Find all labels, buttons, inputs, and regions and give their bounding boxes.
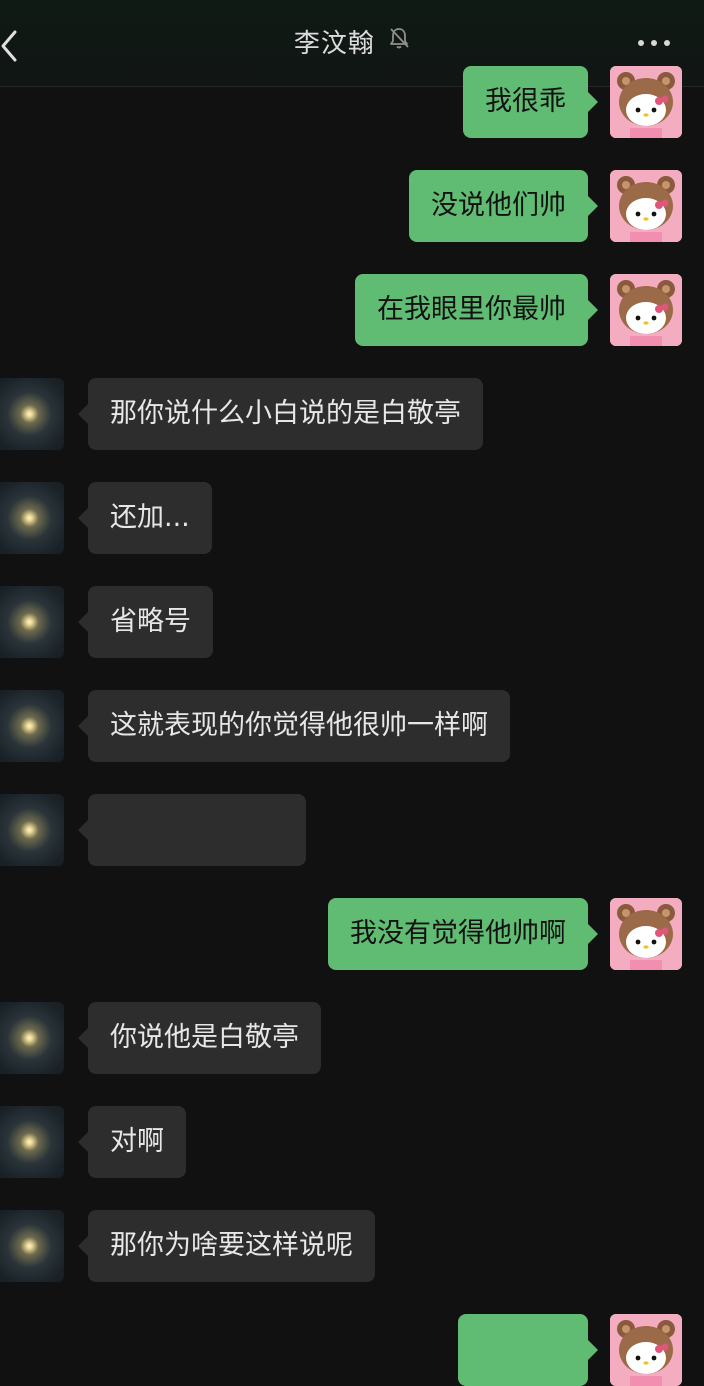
my-avatar[interactable]: [610, 66, 682, 138]
chat-title: 李汶翰: [293, 29, 375, 59]
received-message-bubble[interactable]: 还加...: [78, 482, 212, 554]
message-row: 那你说什么小白说的是白敬亭: [0, 378, 704, 450]
sent-message-bubble[interactable]: 没说他们帅: [409, 170, 598, 242]
chat-title-area: 李汶翰: [0, 24, 704, 65]
contact-avatar[interactable]: [0, 586, 64, 658]
my-avatar[interactable]: [610, 1314, 682, 1386]
received-message-bubble[interactable]: 这就表现的你觉得他很帅一样啊: [78, 690, 510, 762]
message-text: 我没有觉得他帅啊: [350, 918, 566, 949]
my-avatar[interactable]: [610, 170, 682, 242]
received-message-bubble[interactable]: 你说他是白敬亭: [78, 1002, 321, 1074]
sent-message-bubble[interactable]: [458, 1314, 598, 1386]
message-text: 你说他是白敬亭: [110, 1022, 299, 1053]
contact-avatar[interactable]: [0, 378, 64, 450]
received-message-bubble[interactable]: 那你说什么小白说的是白敬亭: [78, 378, 483, 450]
message-row: 这就表现的你觉得他很帅一样啊: [0, 690, 704, 762]
received-message-bubble[interactable]: 对啊: [78, 1106, 186, 1178]
my-avatar[interactable]: [610, 274, 682, 346]
contact-avatar[interactable]: [0, 482, 64, 554]
received-message-bubble[interactable]: 省略号: [78, 586, 213, 658]
message-text: 那你说什么小白说的是白敬亭: [110, 398, 461, 429]
more-options-button[interactable]: [638, 40, 674, 50]
contact-avatar[interactable]: [0, 690, 64, 762]
bell-slash-icon: [388, 22, 410, 62]
message-row: 还加...: [0, 482, 704, 554]
message-text: 对啊: [110, 1126, 164, 1157]
contact-avatar[interactable]: [0, 1002, 64, 1074]
contact-avatar[interactable]: [0, 1210, 64, 1282]
message-row: 那你为啥要这样说呢: [0, 1210, 704, 1282]
message-row: [0, 794, 704, 866]
message-text: 还加...: [110, 502, 190, 533]
received-message-bubble[interactable]: 那你为啥要这样说呢: [78, 1210, 375, 1282]
message-row: 没说他们帅: [0, 170, 704, 242]
message-row: 在我眼里你最帅: [0, 274, 704, 346]
contact-avatar[interactable]: [0, 1106, 64, 1178]
my-avatar[interactable]: [610, 898, 682, 970]
message-row: 你说他是白敬亭: [0, 1002, 704, 1074]
message-row: 我没有觉得他帅啊: [0, 898, 704, 970]
message-text: 没说他们帅: [431, 190, 566, 221]
sent-message-bubble[interactable]: 我没有觉得他帅啊: [328, 898, 598, 970]
sent-message-bubble[interactable]: 在我眼里你最帅: [355, 274, 598, 346]
contact-avatar[interactable]: [0, 794, 64, 866]
message-row: 对啊: [0, 1106, 704, 1178]
message-text: 省略号: [110, 606, 191, 637]
message-row: [0, 1314, 704, 1386]
message-text: 那你为啥要这样说呢: [110, 1230, 353, 1261]
message-row: 我很乖: [0, 66, 704, 138]
message-text: 这就表现的你觉得他很帅一样啊: [110, 710, 488, 741]
message-text: 在我眼里你最帅: [377, 294, 566, 325]
message-row: 省略号: [0, 586, 704, 658]
sent-message-bubble[interactable]: 我很乖: [463, 66, 598, 138]
message-text: 我很乖: [485, 86, 566, 117]
received-message-bubble[interactable]: [78, 794, 306, 866]
